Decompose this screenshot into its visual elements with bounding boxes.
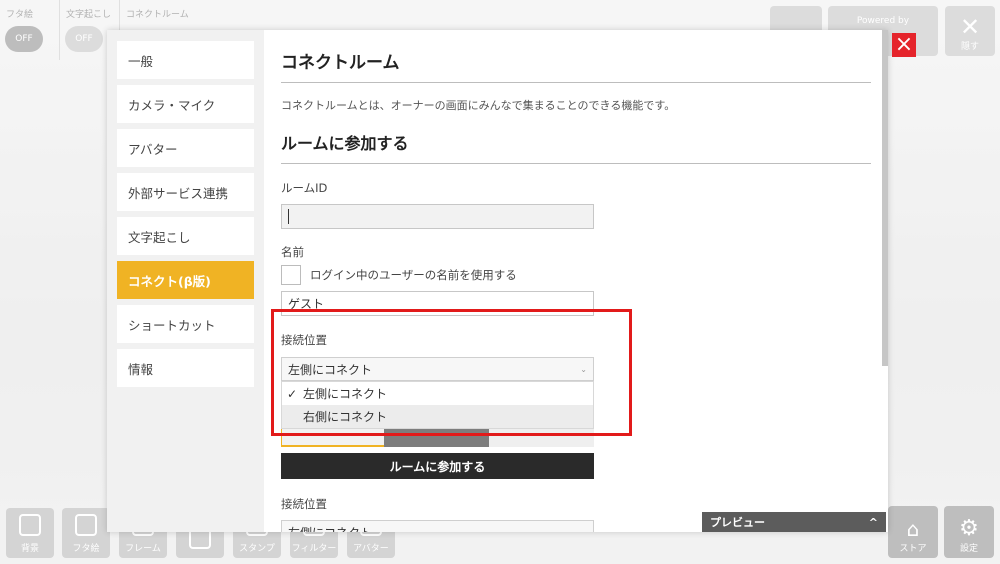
- sidebar-item-avatar[interactable]: アバター: [117, 129, 254, 167]
- page-description: コネクトルームとは、オーナーの画面にみんなで集まることのできる機能です。: [281, 99, 676, 112]
- content-scrollbar[interactable]: [882, 30, 888, 366]
- use-login-name-checkbox[interactable]: [281, 265, 301, 285]
- chevron-up-icon: ^: [868, 515, 878, 529]
- page-title: コネクトルーム: [281, 48, 871, 83]
- name-label: 名前: [281, 245, 304, 259]
- modal-close-button[interactable]: ×: [892, 33, 916, 57]
- close-icon: ×: [894, 32, 914, 57]
- position-label-2: 接続位置: [281, 497, 327, 511]
- join-room-button[interactable]: ルームに参加する: [281, 453, 594, 479]
- room-id-input[interactable]: [281, 204, 594, 229]
- chevron-down-icon: ⌄: [580, 527, 587, 533]
- sidebar-item-shortcut[interactable]: ショートカット: [117, 305, 254, 343]
- sidebar-item-general[interactable]: 一般: [117, 41, 254, 79]
- sidebar-item-connect-beta[interactable]: コネクト(β版): [117, 261, 254, 299]
- highlight-annotation-box: [271, 309, 632, 436]
- sidebar-item-transcription[interactable]: 文字起こし: [117, 217, 254, 255]
- use-login-name-row: ログイン中のユーザーの名前を使用する: [281, 265, 871, 285]
- text-caret: [288, 209, 289, 224]
- preview-toggle-bar[interactable]: プレビュー ^: [702, 512, 886, 532]
- room-id-label: ルームID: [281, 181, 328, 195]
- use-login-name-label: ログイン中のユーザーの名前を使用する: [310, 268, 517, 282]
- settings-content: コネクトルーム コネクトルームとは、オーナーの画面にみんなで集まることのできる機…: [264, 30, 888, 532]
- sidebar-item-external-services[interactable]: 外部サービス連携: [117, 173, 254, 211]
- settings-modal: 一般 カメラ・マイク アバター 外部サービス連携 文字起こし コネクト(β版) …: [107, 30, 888, 532]
- preview-label: プレビュー: [710, 516, 765, 529]
- settings-sidebar: 一般 カメラ・マイク アバター 外部サービス連携 文字起こし コネクト(β版) …: [107, 30, 264, 532]
- sidebar-item-info[interactable]: 情報: [117, 349, 254, 387]
- sidebar-item-camera-mic[interactable]: カメラ・マイク: [117, 85, 254, 123]
- position-selected-value-2: 左側にコネクト: [288, 524, 372, 533]
- section-title: ルームに参加する: [281, 130, 871, 164]
- position-select-2[interactable]: 左側にコネクト ⌄: [281, 520, 594, 532]
